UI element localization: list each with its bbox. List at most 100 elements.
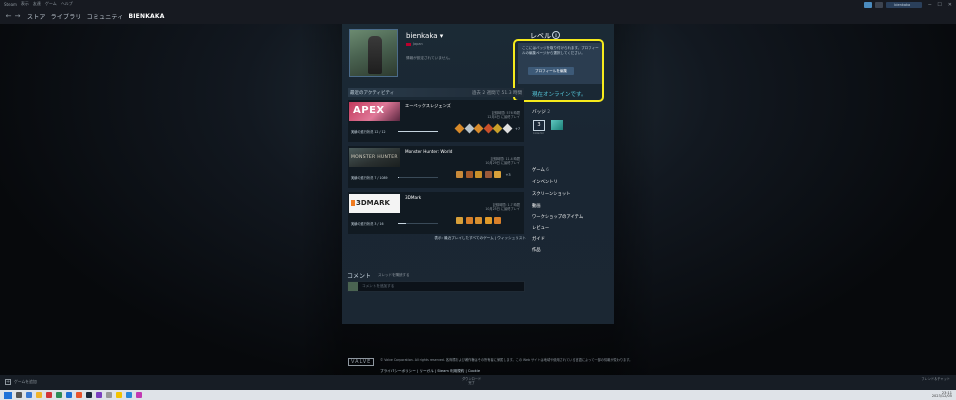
app-icon[interactable] [96, 392, 102, 398]
country-label: Japan [413, 42, 423, 46]
game-last-played: 10月25日 に最終プレイ [485, 207, 520, 211]
achievement-icon[interactable] [494, 217, 501, 224]
game-capsule-monster-hunter[interactable]: MONSTER HUNTER [349, 148, 400, 167]
app-icon[interactable] [46, 392, 52, 398]
achievement-icon[interactable] [473, 123, 484, 134]
friends-chat-button[interactable]: フレンド＆チャット [921, 377, 950, 381]
profile-panel: bienkaka ▾ Japan 情報が設定されていません。 レベル 0 ここに… [342, 24, 614, 324]
profile-name[interactable]: bienkaka ▾ [406, 32, 443, 40]
achievement-progress-fill [398, 130, 438, 132]
achievement-progress-bar [398, 222, 438, 224]
achievement-more-count[interactable]: +7 [515, 127, 520, 131]
badge-level[interactable]: 3 [533, 120, 545, 131]
nav-library[interactable]: ライブラリ [51, 12, 82, 21]
steam-icon[interactable] [86, 392, 92, 398]
back-arrow-icon[interactable]: ← [4, 12, 13, 20]
avatar-figure [368, 36, 382, 74]
achievement-icon[interactable] [456, 171, 463, 178]
footer-links[interactable]: プライバシーポリシー | リーガル | Steam 利用規約 | Cookie [380, 369, 480, 374]
game-capsule-text: APEX [353, 105, 385, 116]
badges-count: 2 [547, 110, 551, 115]
file-explorer-icon[interactable] [36, 392, 42, 398]
achievement-icon[interactable] [502, 123, 512, 134]
achievement-icon[interactable] [494, 171, 501, 178]
achievement-icon[interactable] [464, 123, 474, 134]
avatar[interactable] [349, 29, 398, 77]
search-icon[interactable] [16, 392, 22, 398]
menu-item-friends[interactable]: 友達 [33, 1, 41, 7]
add-game-button[interactable]: + ゲームを追加 [5, 379, 37, 385]
app-icon[interactable] [116, 392, 122, 398]
app-icon[interactable] [76, 392, 82, 398]
achievement-more-count[interactable]: +3 [506, 173, 511, 177]
link-games[interactable]: ゲーム 6 [532, 167, 549, 173]
badge-sub-label: Collector [533, 132, 545, 135]
subscribe-thread-link[interactable]: スレッドを購読する [378, 273, 410, 278]
achievement-progress-label[interactable]: 実績の進行状況 3 / 16 [351, 221, 384, 226]
achievement-icon[interactable] [465, 171, 473, 178]
comment-input[interactable]: コメントを追加する [347, 281, 525, 292]
comment-placeholder: コメントを追加する [362, 284, 395, 288]
activity-links[interactable]: 表示: 最近プレイしたすべてのゲーム | ウィッシュリスト [434, 236, 526, 241]
activity-hours: 過去 2 週間で 51.3 時間 [471, 90, 522, 96]
achievement-icon[interactable] [456, 217, 463, 224]
menu-item-help[interactable]: ヘルプ [61, 1, 73, 7]
achievement-progress-label[interactable]: 実績の進行状況 12 / 12 [351, 129, 386, 134]
activity-title: 最近のアクティビティ [350, 90, 395, 96]
game-entry-apex: APEX エーペックスレジェンズ 記録時間: 576 時間 12月4日 に最終プ… [348, 100, 524, 142]
achievement-progress-bar [398, 130, 438, 132]
plus-icon: + [5, 379, 11, 385]
achievement-icon[interactable] [484, 217, 492, 224]
flag-icon [406, 42, 411, 46]
achievement-icon[interactable] [483, 123, 493, 134]
downloads-status[interactable]: ダウンロード 完了 [462, 377, 481, 385]
nav-profile[interactable]: BIENKAKA [128, 13, 164, 20]
game-capsule-3dmark[interactable]: 3DMARK [349, 194, 400, 213]
game-last-played: 10月29日 に最終プレイ [485, 161, 520, 165]
link-workshop[interactable]: ワークショップのアイテム [532, 214, 583, 220]
achievement-icon[interactable] [492, 123, 503, 134]
game-name[interactable]: エーペックスレジェンズ [405, 103, 451, 109]
system-clock[interactable]: 23:11 2023/12/05 [932, 391, 952, 400]
link-artwork[interactable]: 作品 [532, 247, 541, 253]
game-meta: 記録時間: 1.7 時間 10月25日 に最終プレイ [485, 203, 520, 211]
app-icon[interactable] [126, 392, 132, 398]
achievement-icon[interactable] [465, 217, 473, 224]
link-guides[interactable]: ガイド [532, 236, 545, 242]
badges-title[interactable]: バッジ 2 [532, 109, 550, 115]
achievement-icon[interactable] [454, 123, 465, 134]
game-entry-3dmark: 3DMARK 3DMark 記録時間: 1.7 時間 10月25日 に最終プレイ… [348, 192, 524, 234]
game-name[interactable]: 3DMark [405, 195, 421, 200]
menu-item-steam[interactable]: Steam [4, 2, 17, 7]
app-icon[interactable] [106, 392, 112, 398]
browser-icon[interactable] [66, 392, 72, 398]
achievement-progress-label[interactable]: 実績の進行状況 7 / 1089 [351, 175, 388, 180]
forward-arrow-icon[interactable]: → [13, 12, 22, 20]
link-reviews[interactable]: レビュー [532, 225, 549, 231]
achievement-progress-bar [398, 176, 438, 178]
achievement-icon[interactable] [475, 171, 482, 178]
game-capsule-apex[interactable]: APEX [349, 102, 400, 121]
add-game-label: ゲームを追加 [14, 379, 37, 384]
game-capsule-text: MONSTER HUNTER [351, 155, 398, 160]
link-inventory[interactable]: インベントリ [532, 179, 558, 185]
badge-icon[interactable] [551, 120, 563, 130]
menu-item-view[interactable]: 表示 [21, 1, 29, 7]
valve-logo[interactable]: VALVE [348, 358, 375, 366]
app-icon[interactable] [136, 392, 142, 398]
app-icon[interactable] [56, 392, 62, 398]
achievement-icon[interactable] [475, 217, 482, 224]
link-screenshots[interactable]: スクリーンショット [532, 191, 570, 197]
3dmark-logo-mark [351, 200, 355, 206]
menu-item-games[interactable]: ゲーム [45, 1, 57, 7]
nav-community[interactable]: コミュニティ [87, 12, 124, 21]
link-videos[interactable]: 動画 [532, 203, 541, 209]
achievement-icon[interactable] [484, 171, 492, 178]
game-name[interactable]: Monster Hunter: World [405, 149, 452, 154]
level-badge[interactable]: 0 [552, 31, 560, 39]
task-view-icon[interactable] [26, 392, 32, 398]
achievement-progress-fill [398, 176, 399, 178]
windows-start-icon[interactable] [4, 391, 12, 399]
achievement-icons [456, 217, 501, 224]
nav-store[interactable]: ストア [27, 12, 46, 21]
